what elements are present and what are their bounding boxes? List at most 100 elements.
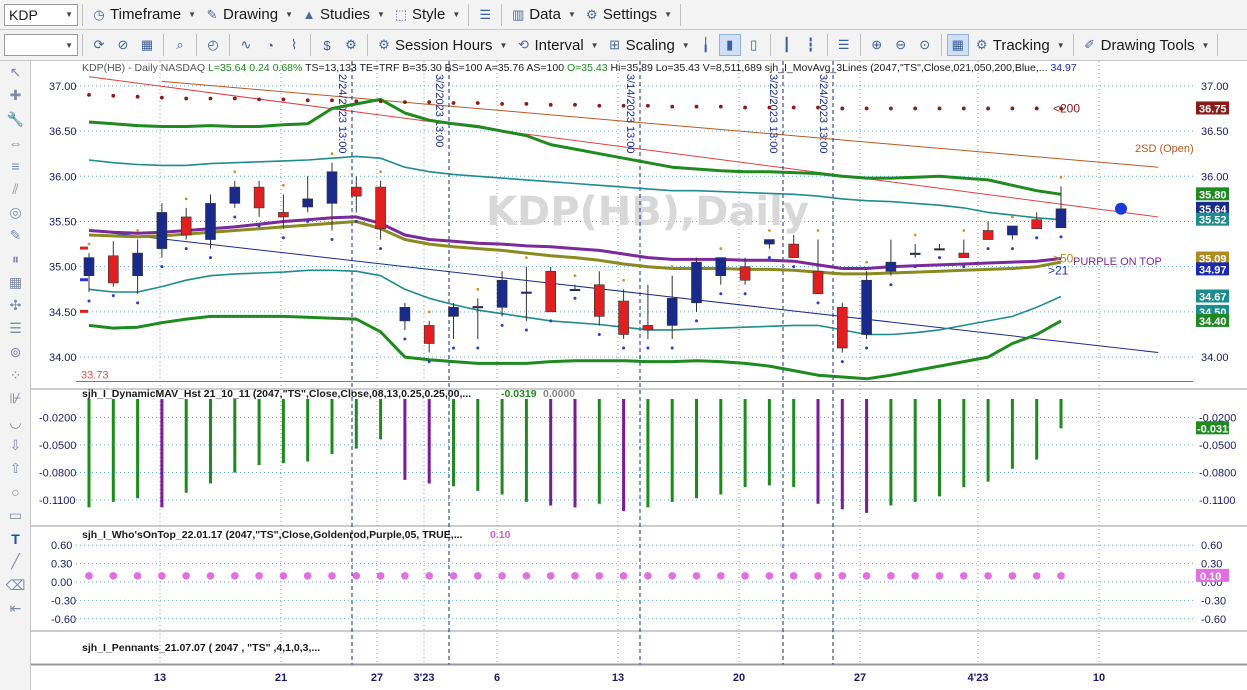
hollow-candle-icon[interactable]: ▯ bbox=[743, 34, 765, 56]
wrench-icon[interactable]: 🔧 bbox=[0, 108, 31, 131]
whos-on-top-dot bbox=[1057, 572, 1065, 580]
fibonacci-icon[interactable]: ⊚ bbox=[0, 341, 31, 364]
timeframe-menu[interactable]: ◷ Timeframe ▼ bbox=[87, 3, 200, 27]
move-icon[interactable]: ⇔ bbox=[0, 131, 31, 154]
header-study: sjh_I_MovAvg_3Lines (2047,"TS",Close,021… bbox=[765, 62, 1048, 74]
pencil-draw-icon[interactable]: ✎ bbox=[0, 224, 31, 247]
layout-icon[interactable]: ☰ bbox=[474, 4, 496, 26]
whos-on-top-dot bbox=[911, 572, 919, 580]
session-hours-menu[interactable]: ⚙ Session Hours ▼ bbox=[372, 33, 511, 57]
zoom-in-icon[interactable]: ⊕ bbox=[866, 34, 888, 56]
tools-icon[interactable]: ✣ bbox=[0, 294, 31, 317]
speedometer-icon[interactable]: ◴ bbox=[202, 34, 224, 56]
dollar-icon[interactable]: $ bbox=[316, 34, 338, 56]
support-dot bbox=[767, 256, 771, 260]
resistance-dot bbox=[622, 278, 625, 282]
studies-menu[interactable]: ▲ Studies ▼ bbox=[297, 3, 389, 27]
circle-target-icon[interactable]: ◎ bbox=[0, 201, 31, 224]
symbol-input[interactable]: KDP ▼ bbox=[4, 3, 78, 26]
crosshair-icon[interactable]: ✚ bbox=[0, 84, 31, 107]
link-icon[interactable]: ⊘ bbox=[112, 34, 134, 56]
ma200-label: <200 bbox=[1053, 101, 1080, 115]
support-dot bbox=[330, 238, 334, 242]
studies-label: Studies bbox=[320, 6, 371, 23]
price-tag-value: 36.75 bbox=[1199, 103, 1227, 115]
gauge-icon[interactable]: ◔ bbox=[259, 34, 281, 56]
date-axis-tick: 10 bbox=[1093, 672, 1105, 684]
whos-on-top-left-tick: 0.30 bbox=[51, 559, 72, 571]
chart-settings-icon[interactable]: ⚙ bbox=[340, 34, 362, 56]
volume-bars-icon[interactable]: ┃ bbox=[776, 34, 798, 56]
table-icon[interactable]: ▦ bbox=[136, 34, 158, 56]
settings-menu[interactable]: ⚙ Settings ▼ bbox=[580, 3, 676, 27]
resistance-dot bbox=[768, 229, 771, 232]
resistance-dot bbox=[184, 197, 188, 201]
chevron-down-icon[interactable]: ▼ bbox=[65, 10, 73, 19]
circle-icon[interactable]: ○ bbox=[0, 480, 31, 503]
ma21-label: >21 bbox=[1048, 263, 1069, 277]
arrow-up-icon[interactable]: ⇧ bbox=[0, 457, 31, 480]
chevron-down-icon[interactable]: ▼ bbox=[65, 41, 73, 50]
drawing-menu[interactable]: ✎ Drawing ▼ bbox=[200, 3, 297, 27]
whos-on-top-dot bbox=[474, 572, 482, 580]
cancel-bars-icon[interactable]: ⊮ bbox=[0, 387, 31, 410]
date-axis-tick: 21 bbox=[275, 672, 287, 684]
refresh-icon[interactable]: ⟳ bbox=[88, 34, 110, 56]
whos-on-top-dot bbox=[1032, 572, 1041, 580]
drawing-tools-menu[interactable]: ✐ Drawing Tools ▼ bbox=[1078, 33, 1214, 57]
chart-area[interactable]: KDP(HB),Daily 33.73 2/24/2023 13:00 3/2/202… bbox=[31, 61, 1247, 690]
grid-icon[interactable]: ▦ bbox=[0, 271, 31, 294]
lines-icon[interactable]: ≡ bbox=[0, 154, 31, 177]
candle-chart-icon[interactable]: ▮ bbox=[718, 34, 741, 56]
right-price-tick: 36.00 bbox=[1201, 171, 1229, 183]
candle-body bbox=[812, 270, 824, 295]
list-icon[interactable]: ☰ bbox=[0, 317, 31, 340]
text-tool-icon[interactable]: T bbox=[0, 527, 31, 550]
date-axis-tick: 27 bbox=[371, 672, 383, 684]
bar-chart-icon[interactable]: ╽ bbox=[695, 34, 717, 56]
histogram-zero-value: 0.0000 bbox=[543, 388, 575, 400]
rectangle-icon[interactable]: ▭ bbox=[0, 504, 31, 527]
toolbar-divider bbox=[769, 34, 771, 56]
whos-on-top-dot bbox=[279, 572, 288, 580]
candle-body bbox=[861, 279, 872, 335]
volume-profile-icon[interactable]: ┇ bbox=[800, 34, 822, 56]
data-icon: ▥ bbox=[512, 6, 525, 22]
layout-icon[interactable]: ☰ bbox=[833, 34, 855, 56]
magnify-icon[interactable]: ⌕ bbox=[169, 34, 191, 56]
date-axis-tick: 27 bbox=[854, 672, 866, 684]
support-dot bbox=[743, 292, 747, 296]
grid-view-icon[interactable]: ▦ bbox=[946, 34, 969, 56]
support-dot bbox=[646, 346, 650, 350]
vertical-bars-icon[interactable]: ⏸ bbox=[0, 247, 31, 270]
resistance-dot bbox=[379, 170, 382, 174]
zoom-reset-icon[interactable]: ⊙ bbox=[914, 34, 936, 56]
resistance-dot bbox=[816, 229, 820, 232]
zoom-out-icon[interactable]: ⊖ bbox=[890, 34, 912, 56]
ma200-dot bbox=[840, 106, 845, 111]
pattern-icon[interactable]: ⌇ bbox=[283, 34, 305, 56]
dashed-icon[interactable]: ╱ bbox=[0, 550, 31, 573]
candle-body bbox=[326, 171, 338, 204]
whos-on-top-dot bbox=[109, 572, 118, 580]
data-menu[interactable]: ▥ Data ▼ bbox=[506, 3, 580, 27]
support-dot bbox=[889, 283, 893, 287]
eraser-icon[interactable]: ⌫ bbox=[0, 574, 31, 597]
scaling-menu[interactable]: ⊞ Scaling ▼ bbox=[603, 33, 694, 57]
collapse-icon[interactable]: ⇤ bbox=[0, 597, 31, 620]
support-dot bbox=[111, 294, 115, 298]
style-menu[interactable]: ⬚ Style ▼ bbox=[389, 3, 464, 27]
interval-menu[interactable]: ⟲ Interval ▼ bbox=[511, 33, 602, 57]
parallel-lines-icon[interactable]: ⫽ bbox=[0, 177, 31, 200]
wave-icon[interactable]: ∿ bbox=[235, 34, 257, 56]
dotted-triangle-icon[interactable]: ⁘ bbox=[0, 364, 31, 387]
whos-on-top-dot bbox=[717, 572, 725, 580]
tracking-menu[interactable]: ⚙ Tracking ▼ bbox=[970, 33, 1069, 57]
arrow-pointer-icon[interactable]: ↖ bbox=[0, 61, 31, 84]
left-edge-marker bbox=[80, 278, 88, 282]
interval-select[interactable]: ▼ bbox=[4, 34, 78, 56]
ma200-dot bbox=[87, 92, 91, 97]
arc-icon[interactable]: ◡ bbox=[0, 410, 31, 433]
arrow-down-icon[interactable]: ⇩ bbox=[0, 434, 31, 457]
left-toolbar: ↖ ✚ 🔧 ⇔ ≡ ⫽ ◎ ✎ ⏸ ▦ ✣ ☰ ⊚ ⁘ ⊮ ◡ ⇩ ⇧ ○ ▭ T ╱ ⌫ ⇤ bbox=[0, 61, 31, 690]
